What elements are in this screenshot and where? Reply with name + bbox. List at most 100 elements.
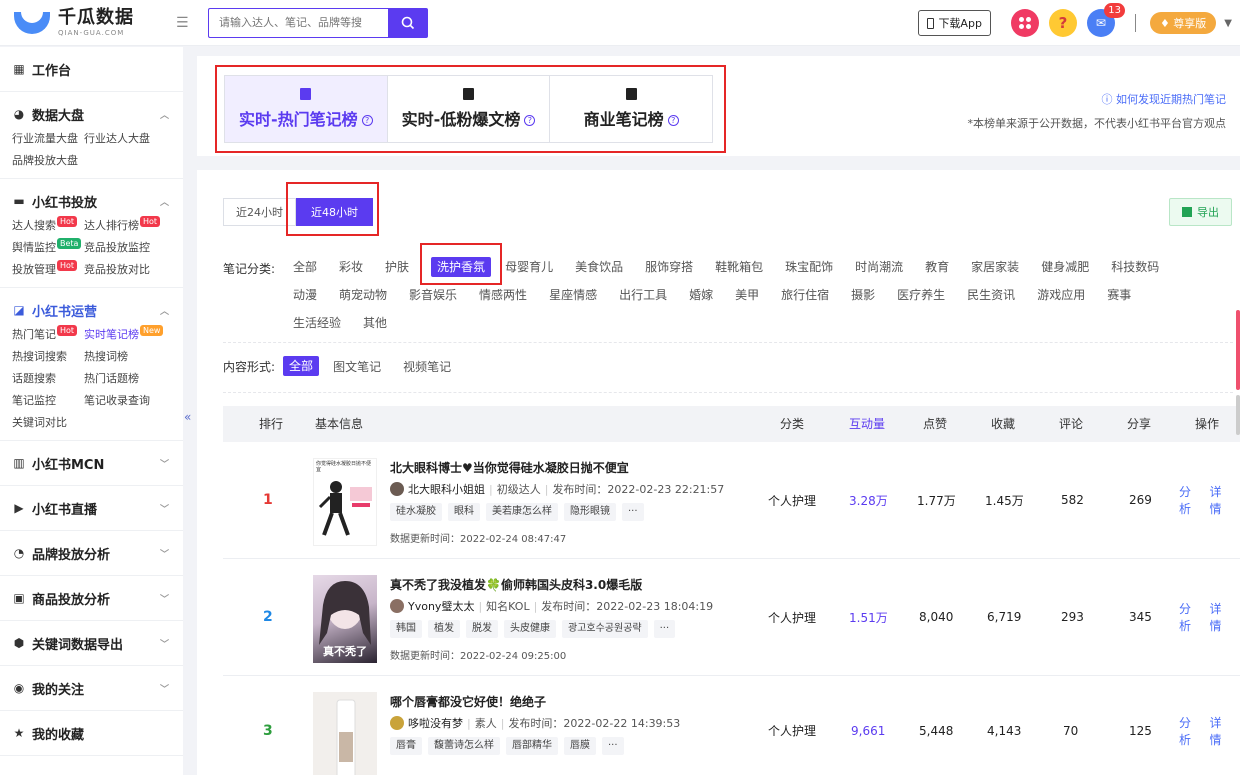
menu-toggle-icon[interactable]: ☰ [176,15,196,31]
sidebar-item-workbench[interactable]: ▦ 工作台 [12,47,169,91]
category-option[interactable]: 其他 [363,313,387,333]
sidebar-item-hot-notes[interactable]: 热门笔记 Hot [12,324,84,342]
sidebar-item-note-index[interactable]: 笔记收录查询 [84,392,164,408]
more-tags-button[interactable]: ··· [653,620,676,638]
help-link[interactable]: ⓘ 如何发现近期热门笔记 [1102,91,1227,107]
more-tags-button[interactable]: ··· [602,737,624,755]
note-title[interactable]: 哪个唇膏都没它好使！绝绝子 [390,693,546,710]
detail-link[interactable]: 详情 [1210,714,1231,748]
category-option[interactable]: 护肤 [385,257,409,277]
sidebar-item-industry-kol[interactable]: 行业达人大盘 [84,130,164,146]
keyword-tag[interactable]: 美若康怎么样 [486,503,558,521]
category-option[interactable]: 情感两性 [479,285,527,305]
scrollbar-track[interactable] [1236,395,1240,435]
sidebar-item-sentiment-monitor[interactable]: 舆情监控 Beta [12,237,84,255]
col-shares[interactable]: 分享 [1127,406,1151,442]
keyword-tag[interactable]: 韩国 [390,620,422,638]
sidebar-item-keyword-compare[interactable]: 关键词对比 [12,414,84,430]
sidebar-item-kol-search[interactable]: 达人搜索 Hot [12,215,84,233]
category-option[interactable]: 科技数码 [1111,257,1159,277]
sidebar-group-xhs-mcn[interactable]: ▥ 小红书MCN ﹀ [12,441,169,485]
category-option[interactable]: 彩妆 [339,257,363,277]
category-option[interactable]: 出行工具 [619,285,667,305]
detail-link[interactable]: 详情 [1210,483,1231,517]
sidebar-item-industry-traffic[interactable]: 行业流量大盘 [12,130,84,146]
sidebar-item-note-monitor[interactable]: 笔记监控 [12,392,84,408]
search-button[interactable] [388,7,428,38]
category-option[interactable]: 珠宝配饰 [785,257,833,277]
apps-button[interactable] [1010,9,1039,37]
format-image-notes[interactable]: 图文笔记 [333,358,381,375]
sidebar-item-brand-placement[interactable]: 品牌投放大盘 [12,152,84,168]
keyword-tag[interactable]: 脱发 [466,620,498,638]
format-video-notes[interactable]: 视频笔记 [403,358,451,375]
sidebar-item-hot-search[interactable]: 热搜词搜索 [12,348,84,364]
category-option[interactable]: 家居家装 [971,257,1019,277]
category-option[interactable]: 鞋靴箱包 [715,257,763,277]
note-title[interactable]: 真不秃了我没植发🍀偷师韩国头皮科3.0爆毛版 [390,576,642,593]
sidebar-group-xhs-live[interactable]: ▶ 小红书直播 ﹀ [12,486,169,530]
col-likes[interactable]: 点赞 [923,406,947,442]
keyword-tag[interactable]: 唇膏 [390,737,422,755]
vip-button[interactable]: ♦ 尊享版 [1149,12,1217,34]
sidebar-item-placement-manage[interactable]: 投放管理 Hot [12,259,84,277]
avatar[interactable] [390,599,404,613]
category-option[interactable]: 摄影 [851,285,875,305]
note-title[interactable]: 北大眼科博士♥当你觉得硅水凝胶日抛不便宜 [390,459,629,476]
category-option[interactable]: 婚嫁 [689,285,713,305]
sidebar-item-hot-search-rank[interactable]: 热搜词榜 [84,348,164,364]
col-comments[interactable]: 评论 [1059,406,1083,442]
sidebar-item-topic-search[interactable]: 话题搜索 [12,370,84,386]
note-thumbnail[interactable] [313,692,377,775]
col-collects[interactable]: 收藏 [991,406,1015,442]
keyword-tag[interactable]: 唇部精华 [506,737,558,755]
author-name[interactable]: 北大眼科小姐姐 [408,481,485,497]
export-button[interactable]: 导出 [1169,198,1232,226]
format-all[interactable]: 全部 [283,356,320,376]
author-name[interactable]: 哆啦没有梦 [408,715,463,731]
help-button[interactable]: ? [1048,9,1077,37]
category-option[interactable]: 美食饮品 [575,257,623,277]
category-option[interactable]: 全部 [293,257,317,277]
category-option[interactable]: 民生资讯 [967,285,1015,305]
category-option[interactable]: 母婴育儿 [505,257,553,277]
messages-button[interactable]: ✉ 13 [1086,3,1125,37]
sidebar-item-realtime-rank[interactable]: 实时笔记榜 New [84,324,164,342]
scrollbar-thumb[interactable] [1236,310,1240,390]
note-thumbnail[interactable]: 你觉得硅水凝胶日抛不便宜 [313,458,377,546]
sidebar-item-competitor-compare[interactable]: 竞品投放对比 [84,261,164,277]
analyze-link[interactable]: 分析 [1179,600,1200,634]
category-option[interactable]: 生活经验 [293,313,341,333]
keyword-tag[interactable]: 唇膜 [564,737,596,755]
keyword-tag[interactable]: 植发 [428,620,460,638]
sidebar-group-product-analysis[interactable]: ▣ 商品投放分析 ﹀ [12,576,169,620]
category-option[interactable]: 服饰穿搭 [645,257,693,277]
sidebar-item-hot-topic-rank[interactable]: 热门话题榜 [84,370,164,386]
sidebar-item-competitor-monitor[interactable]: 竞品投放监控 [84,239,164,255]
col-category[interactable]: 分类 [780,406,804,442]
analyze-link[interactable]: 分析 [1179,714,1200,748]
keyword-tag[interactable]: 광고호수공원공략 [562,620,648,638]
category-option[interactable]: 医疗养生 [897,285,945,305]
category-option[interactable]: 教育 [925,257,949,277]
search-input[interactable] [208,7,388,38]
sidebar-group-my-favorites[interactable]: ★ 我的收藏 [12,711,169,755]
chevron-down-icon[interactable]: ▼ [1224,18,1232,29]
category-option[interactable]: 赛事 [1107,285,1131,305]
category-option[interactable]: 萌宠动物 [339,285,387,305]
keyword-tag[interactable]: 馥蕾诗怎么样 [428,737,500,755]
author-name[interactable]: Yvony璧太太 [408,598,474,614]
category-option[interactable]: 游戏应用 [1037,285,1085,305]
collapse-sidebar-icon[interactable]: « [184,410,191,424]
sidebar-group-my-follow[interactable]: ◉ 我的关注 ﹀ [12,666,169,710]
note-thumbnail[interactable]: 真不秃了 [313,575,377,663]
keyword-tag[interactable]: 头皮健康 [504,620,556,638]
category-option[interactable]: 动漫 [293,285,317,305]
keyword-tag[interactable]: 眼科 [448,503,480,521]
more-tags-button[interactable]: ··· [622,503,644,521]
category-option[interactable]: 健身减肥 [1041,257,1089,277]
category-option[interactable]: 星座情感 [549,285,597,305]
logo[interactable]: 千瓜数据 QIAN-GUA.COM [14,8,164,37]
keyword-tag[interactable]: 隐形眼镜 [564,503,616,521]
category-option[interactable]: 旅行住宿 [781,285,829,305]
